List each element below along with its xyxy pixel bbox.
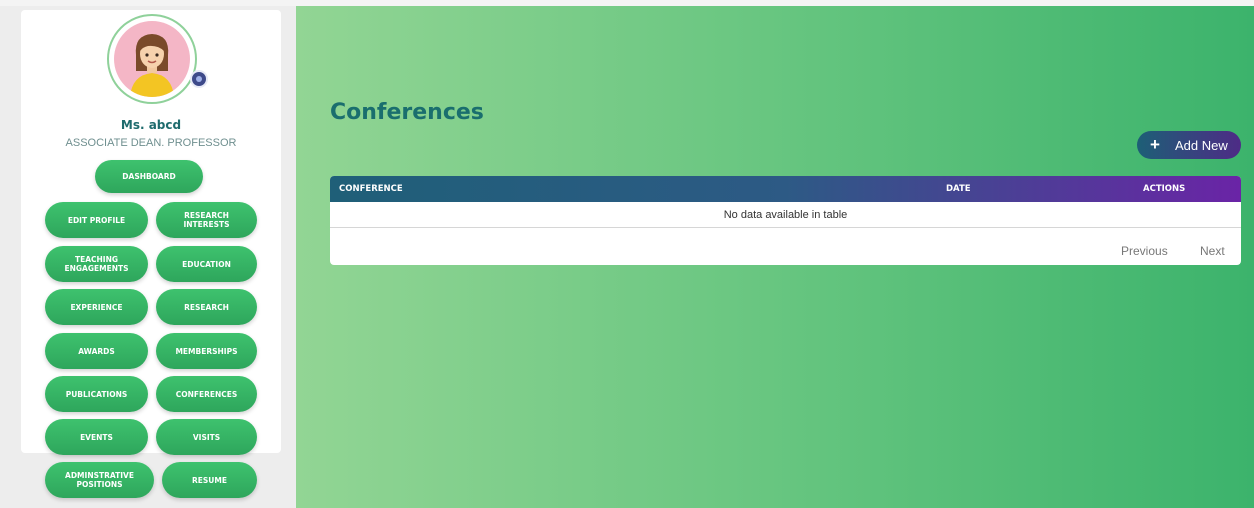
column-header-date[interactable]: DATE [946, 184, 971, 194]
table-header: CONFERENCE DATE ACTIONS [330, 176, 1241, 202]
profile-name: Ms. abcd [120, 118, 182, 132]
pagination-next-button[interactable]: Next [1200, 244, 1225, 258]
nav-research-button[interactable]: RESEARCH [156, 289, 257, 325]
nav-resume-button[interactable]: RESUME [162, 462, 257, 498]
nav-conferences-button[interactable]: CONFERENCES [156, 376, 257, 412]
nav-administrative-positions-button[interactable]: ADMINSTRATIVE POSITIONS [45, 462, 154, 498]
nav-dashboard-button[interactable]: DASHBOARD [95, 160, 203, 193]
nav-experience-button[interactable]: EXPERIENCE [45, 289, 148, 325]
table-empty-message: No data available in table [330, 202, 1241, 228]
column-header-conference[interactable]: CONFERENCE [339, 184, 403, 194]
woman-avatar-icon [130, 34, 174, 97]
add-new-button[interactable]: + Add New [1137, 131, 1241, 159]
nav-edit-profile-button[interactable]: EDIT PROFILE [45, 202, 148, 238]
conferences-table: CONFERENCE DATE ACTIONS No data availabl… [330, 176, 1241, 265]
nav-awards-button[interactable]: AWARDS [45, 333, 148, 369]
nav-memberships-button[interactable]: MEMBERSHIPS [156, 333, 257, 369]
camera-icon[interactable] [190, 70, 208, 88]
nav-events-button[interactable]: EVENTS [45, 419, 148, 455]
nav-research-interests-button[interactable]: RESEARCH INTERESTS [156, 202, 257, 238]
nav-publications-button[interactable]: PUBLICATIONS [45, 376, 148, 412]
plus-icon: + [1150, 135, 1160, 154]
nav-education-button[interactable]: EDUCATION [156, 246, 257, 282]
add-new-label: Add New [1175, 138, 1228, 153]
avatar[interactable] [114, 21, 190, 97]
page-title: Conferences [330, 100, 484, 125]
column-header-actions: ACTIONS [1143, 184, 1186, 194]
profile-role: ASSOCIATE DEAN. PROFESSOR [65, 137, 237, 149]
nav-visits-button[interactable]: VISITS [156, 419, 257, 455]
nav-teaching-engagements-button[interactable]: TEACHING ENGAGEMENTS [45, 246, 148, 282]
pagination-previous-button[interactable]: Previous [1121, 244, 1168, 258]
